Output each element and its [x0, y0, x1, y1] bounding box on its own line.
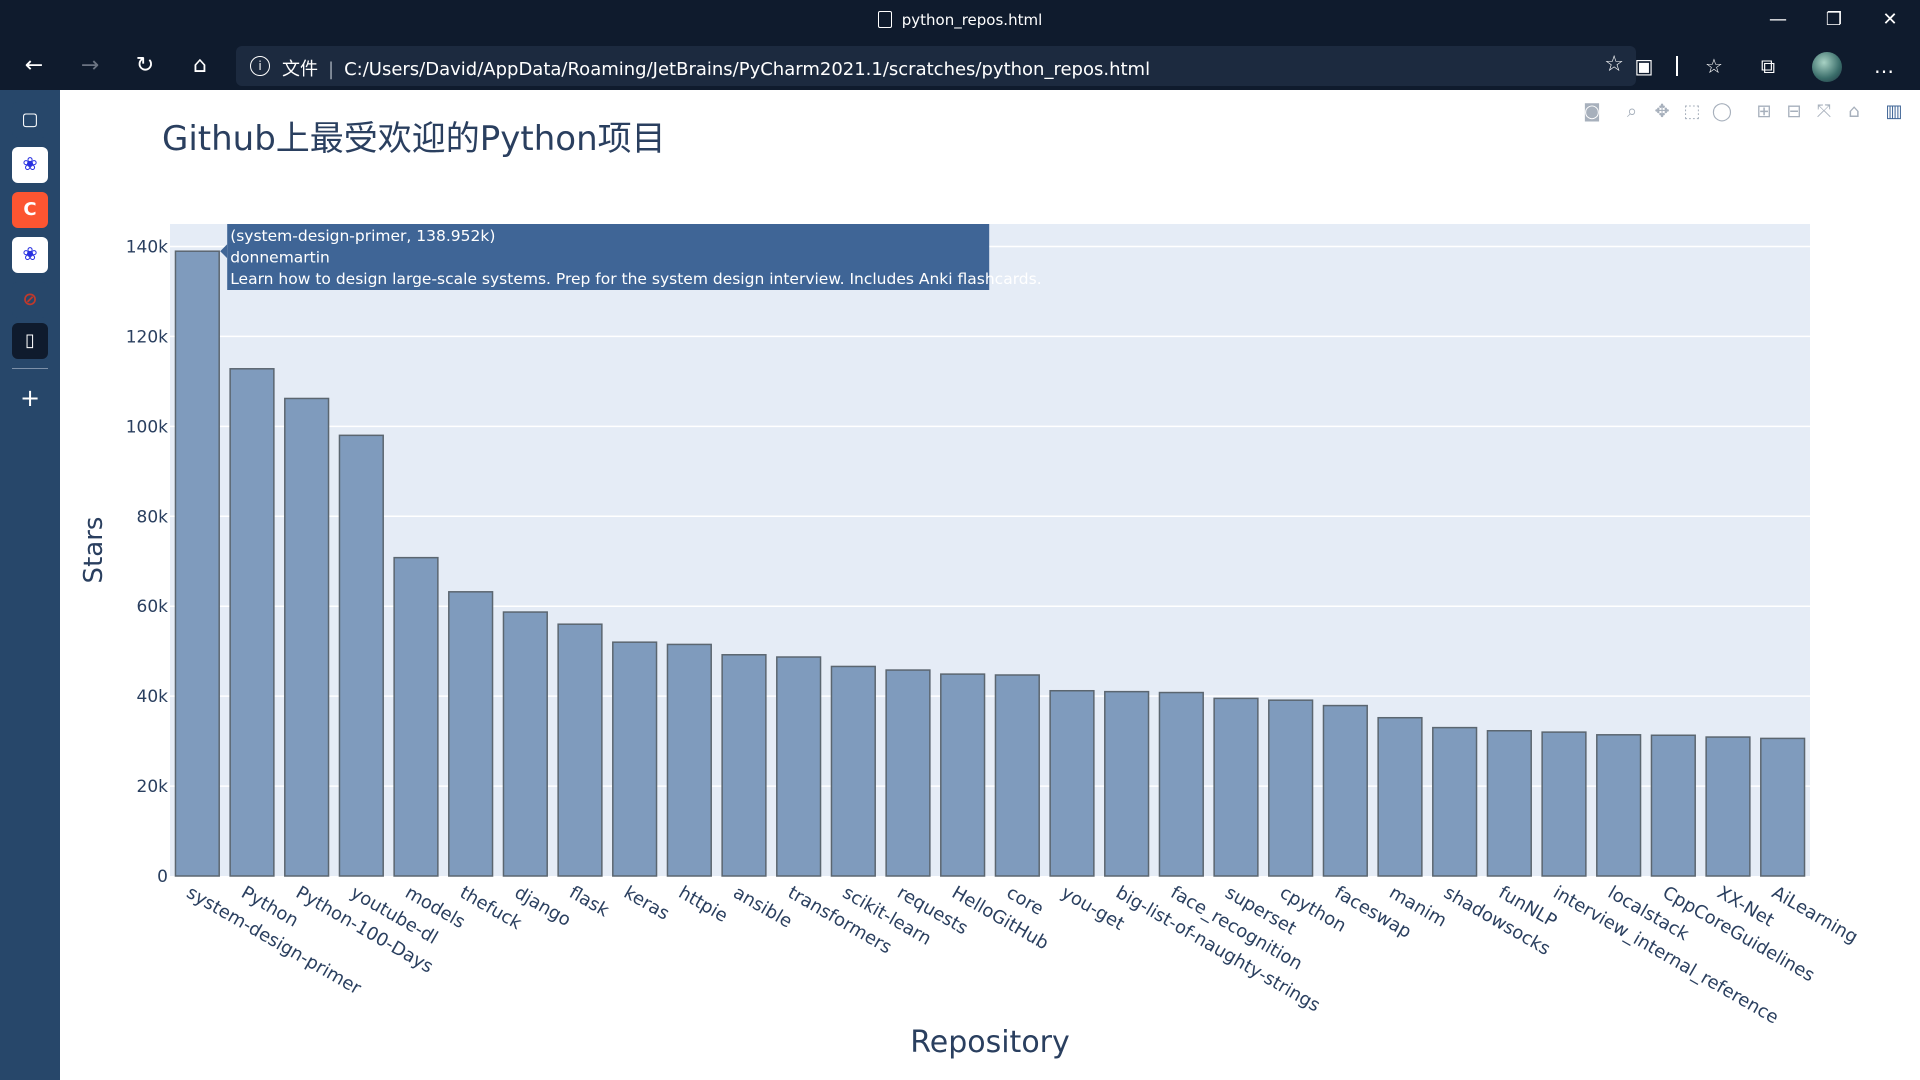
- bar[interactable]: [1322, 704, 1368, 877]
- more-icon[interactable]: …: [1866, 48, 1902, 84]
- bar[interactable]: [1213, 697, 1259, 877]
- sidebar-item-glyph: ⊘: [22, 289, 38, 310]
- browser-toolbar: ← → ↻ ⌂ i 文件 | C:/Users/David/AppData/Roam…: [0, 42, 1920, 90]
- x-tick-label: httpie: [675, 882, 731, 927]
- bar[interactable]: [666, 643, 712, 877]
- bar[interactable]: [612, 641, 658, 877]
- y-tick-label: 100k: [126, 417, 168, 437]
- x-tick-label: keras: [620, 882, 673, 925]
- bar[interactable]: [338, 434, 384, 877]
- sidebar-item-glyph: C: [23, 199, 37, 220]
- bar[interactable]: [1541, 731, 1587, 877]
- bar[interactable]: [1158, 691, 1204, 877]
- y-tick-label: 20k: [137, 777, 169, 797]
- bar[interactable]: [393, 556, 439, 877]
- y-tick-label: 140k: [126, 237, 168, 257]
- page-content: ◙ ⌕ ✥ ⬚ ◯ ⊞ ⊟ ⤧ ⌂ ▥ Github上最受欢迎的Python项目…: [60, 90, 1920, 1080]
- hover-tooltip: (system-design-primer, 138.952k) donnemar…: [220, 224, 1042, 290]
- sidebar-divider: [12, 368, 48, 369]
- window-title: python_repos.html: [0, 11, 1920, 29]
- tooltip-description: Learn how to design large-scale systems.…: [230, 270, 1041, 288]
- sidebar-item-glyph: ❀: [22, 154, 38, 175]
- bar[interactable]: [1596, 734, 1642, 877]
- y-tick-label: 60k: [137, 597, 169, 617]
- bar[interactable]: [174, 250, 220, 877]
- sidebar-add-button[interactable]: +: [12, 380, 48, 416]
- home-button[interactable]: ⌂: [182, 48, 218, 84]
- bar[interactable]: [502, 611, 548, 877]
- sidebar-item-blocked[interactable]: ⊘: [12, 282, 48, 318]
- y-tick-label: 80k: [137, 507, 169, 527]
- tooltip-owner: donnemartin: [230, 249, 330, 267]
- url-text[interactable]: 文件 | C:/Users/David/AppData/Roaming/JetBra…: [282, 55, 1150, 81]
- url-separator: |: [328, 59, 335, 80]
- file-label: 文件: [282, 59, 318, 80]
- x-tick-labels: system-design-primerPythonPython-100-Day…: [183, 882, 1862, 1028]
- window-titlebar: python_repos.html — ❐ ✕: [0, 0, 1920, 42]
- back-button[interactable]: ←: [16, 48, 52, 84]
- y-axis-title: Stars: [79, 517, 109, 584]
- info-icon[interactable]: i: [250, 56, 270, 76]
- bar[interactable]: [1432, 726, 1478, 877]
- refresh-button[interactable]: ↻: [127, 48, 163, 84]
- chart-title: Github上最受欢迎的Python项目: [162, 119, 666, 159]
- window-title-text: python_repos.html: [901, 11, 1043, 29]
- add-favorite-icon[interactable]: ☆: [1604, 52, 1624, 77]
- x-axis-title: Repository: [910, 1025, 1070, 1060]
- bar[interactable]: [1268, 699, 1314, 877]
- sidebar-item-current-page[interactable]: ▯: [12, 323, 48, 359]
- y-tick-label: 0: [157, 867, 168, 887]
- toolbar-divider: [1676, 56, 1678, 76]
- address-bar[interactable]: i 文件 | C:/Users/David/AppData/Roaming/JetB…: [236, 46, 1636, 86]
- tooltip-title: (system-design-primer, 138.952k): [230, 227, 495, 245]
- bar[interactable]: [776, 656, 822, 877]
- sidebar-item-glyph: ▢: [21, 109, 39, 130]
- url-value[interactable]: C:/Users/David/AppData/Roaming/JetBrains…: [344, 59, 1150, 80]
- sidebar-item-tab-actions[interactable]: ▢: [12, 102, 48, 138]
- bar[interactable]: [557, 623, 603, 877]
- sidebar-item-baidu-2[interactable]: ❀: [12, 237, 48, 273]
- bar[interactable]: [885, 669, 931, 877]
- close-button[interactable]: ✕: [1862, 0, 1918, 42]
- bar[interactable]: [1760, 737, 1806, 877]
- bar[interactable]: [940, 673, 986, 877]
- bar[interactable]: [1104, 690, 1150, 877]
- bar[interactable]: [1049, 689, 1095, 877]
- y-tick-label: 40k: [137, 687, 169, 707]
- favorites-icon[interactable]: ☆: [1696, 48, 1732, 84]
- maximize-button[interactable]: ❐: [1806, 0, 1862, 42]
- collections-icon[interactable]: ⧉: [1750, 48, 1786, 84]
- bar[interactable]: [229, 368, 275, 877]
- bar[interactable]: [1705, 736, 1751, 877]
- sidebar: ▢ ❀ C ❀ ⊘ ▯ +: [0, 90, 60, 1080]
- x-tick-label: ansible: [730, 882, 796, 932]
- bar-chart[interactable]: Github上最受欢迎的Python项目 0 20k 40k 60k 80k 100k 12…: [60, 90, 1920, 1080]
- sidebar-item-glyph: ❀: [22, 244, 38, 265]
- forward-button[interactable]: →: [72, 48, 108, 84]
- bar[interactable]: [721, 654, 767, 877]
- y-tick-labels: 0 20k 40k 60k 80k 100k 120k 140k: [126, 237, 168, 887]
- x-tick-label: AiLearning: [1768, 882, 1861, 948]
- sidebar-item-baidu-1[interactable]: ❀: [12, 147, 48, 183]
- profile-avatar[interactable]: [1812, 52, 1842, 82]
- bar[interactable]: [448, 591, 494, 877]
- document-icon: [877, 11, 892, 28]
- y-tick-label: 120k: [126, 327, 168, 347]
- bar[interactable]: [284, 397, 330, 877]
- minimize-button[interactable]: —: [1750, 0, 1806, 42]
- bar[interactable]: [994, 674, 1040, 877]
- sidebar-item-glyph: ▯: [25, 330, 35, 351]
- sidebar-item-csdn[interactable]: C: [12, 192, 48, 228]
- x-tick-label: thefuck: [456, 882, 526, 934]
- bar[interactable]: [1486, 730, 1532, 877]
- bar[interactable]: [830, 665, 876, 877]
- reading-mode-icon[interactable]: ▣: [1626, 48, 1662, 84]
- bar[interactable]: [1377, 716, 1423, 877]
- bar[interactable]: [1650, 734, 1696, 877]
